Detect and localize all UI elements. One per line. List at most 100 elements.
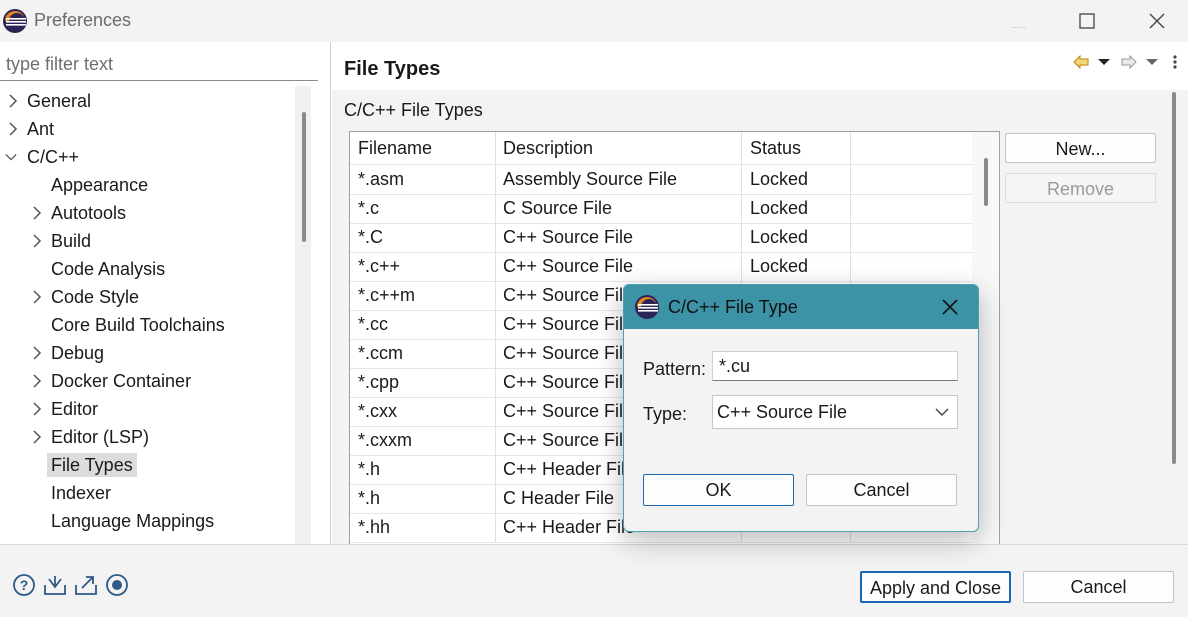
tree-item-editor[interactable]: Editor [0,395,98,423]
dialog-title: C/C++ File Type [668,297,798,317]
column-header-description[interactable]: Description [495,132,742,164]
cell-filename: *.cxxm [350,426,496,455]
back-menu-icon[interactable] [1097,52,1111,72]
cell-filename: *.cc [350,310,496,339]
ok-button[interactable]: OK [643,474,794,506]
import-icon[interactable] [43,573,67,597]
back-arrow-icon[interactable] [1072,52,1090,72]
tree-item-editor-lsp[interactable]: Editor (LSP) [0,423,149,451]
export-icon[interactable] [74,573,98,597]
cell-filename: *.cpp [350,368,496,397]
forward-menu-icon[interactable] [1145,52,1159,72]
maximize-icon [1079,13,1095,29]
forward-arrow-icon[interactable] [1120,52,1138,72]
cell-status: Locked [742,165,851,194]
pane-divider[interactable] [330,42,331,544]
maximize-button[interactable] [1064,0,1110,42]
scrollbar-thumb[interactable] [984,158,988,206]
column-header-status[interactable]: Status [742,132,851,164]
minimize-icon [1012,27,1026,28]
cell-filename: *.c++m [350,281,496,310]
cell-filename: *.c++ [350,252,496,281]
tree-item-label: C/C++ [27,147,80,167]
window-title: Preferences [34,10,132,30]
tree-item-autotools[interactable]: Autotools [0,199,126,227]
scrollbar-thumb[interactable] [302,112,306,242]
tree-item-label: Editor (LSP) [51,427,150,447]
remove-button[interactable]: Remove [1005,173,1156,203]
tree-item-label: Core Build Toolchains [51,315,225,335]
cell-description: C Source File [495,194,742,223]
file-type-dialog: C/C++ File Type Pattern: *.cu Type: C++ … [623,284,979,532]
tree-item-ant[interactable]: Ant [0,115,54,143]
title-bar: Preferences [0,0,1188,42]
chevron-right-icon[interactable] [31,374,43,388]
tree-item-debug[interactable]: Debug [0,339,104,367]
svg-text:?: ? [20,577,29,593]
close-window-button[interactable] [1134,0,1180,42]
cell-filename: *.cxx [350,397,496,426]
chevron-right-icon[interactable] [7,94,19,108]
cell-filename: *.asm [350,165,496,194]
cell-status: Locked [742,252,851,281]
dialog-title-bar[interactable]: C/C++ File Type [624,285,978,329]
cell-filename: *.hh [350,513,496,542]
chevron-right-icon[interactable] [31,290,43,304]
tree-item-general[interactable]: General [0,87,91,115]
tree-scrollbar[interactable] [295,86,311,544]
tree-item-build[interactable]: Build [0,227,91,255]
chevron-right-icon[interactable] [7,122,19,136]
tree-item-label: Build [51,231,92,251]
cancel-button[interactable]: Cancel [1023,571,1174,603]
help-icon[interactable]: ? [12,573,36,597]
cell-filename: *.h [350,455,496,484]
new-button[interactable]: New... [1005,133,1156,163]
tree-item-label: Language Mappings [51,511,215,531]
cell-filename: *.h [350,484,496,513]
table-row[interactable]: *.C C++ Source File Locked [350,223,972,253]
pattern-input[interactable]: *.cu [712,351,958,381]
tree-item-label: Indexer [51,483,112,503]
table-row[interactable]: *.asm Assembly Source File Locked [350,165,972,195]
tree-item-language-mappings[interactable]: Language Mappings [51,507,214,535]
tree-item-core-build-toolchains[interactable]: Core Build Toolchains [51,311,225,339]
tree-item-appearance[interactable]: Appearance [51,171,148,199]
tree-item-label: Appearance [51,175,149,195]
chevron-right-icon[interactable] [31,402,43,416]
scrollbar-thumb[interactable] [1172,92,1176,464]
cell-description: C++ Source File [495,223,742,252]
page-scrollbar[interactable] [1170,92,1178,464]
table-row[interactable]: *.c++ C++ Source File Locked [350,252,972,282]
apply-and-close-button[interactable]: Apply and Close [860,571,1011,603]
tree-item-label: General [27,91,92,111]
record-icon[interactable] [105,573,129,597]
chevron-right-icon[interactable] [31,430,43,444]
tree-item-label: Autotools [51,203,127,223]
tree-item-label: Code Analysis [51,259,166,279]
cell-filename: *.C [350,223,496,252]
tree-item-cpp[interactable]: C/C++ [0,143,79,171]
view-menu-icon[interactable] [1170,52,1180,72]
tree-item-indexer[interactable]: Indexer [51,479,111,507]
tree-item-file-types[interactable]: File Types [47,451,137,479]
table-header: Filename Description Status [350,132,972,165]
cell-status: Locked [742,194,851,223]
chevron-right-icon[interactable] [31,206,43,220]
chevron-right-icon[interactable] [31,346,43,360]
table-row[interactable]: *.c C Source File Locked [350,194,972,224]
tree-item-label: File Types [47,453,137,477]
minimize-button[interactable] [996,0,1042,42]
tree-item-docker-container[interactable]: Docker Container [0,367,191,395]
type-select[interactable]: C++ Source File [712,395,958,429]
tree-item-code-analysis[interactable]: Code Analysis [51,255,165,283]
dialog-cancel-button[interactable]: Cancel [806,474,957,506]
chevron-right-icon[interactable] [31,234,43,248]
chevron-down-icon[interactable] [5,150,17,164]
column-header-filename[interactable]: Filename [350,132,496,164]
dialog-close-button[interactable] [930,293,970,321]
filter-input[interactable] [0,50,306,78]
tree-item-code-style[interactable]: Code Style [0,283,139,311]
cell-description: C++ Source File [495,252,742,281]
close-icon [942,299,958,315]
tree-item-label: Ant [27,119,55,139]
